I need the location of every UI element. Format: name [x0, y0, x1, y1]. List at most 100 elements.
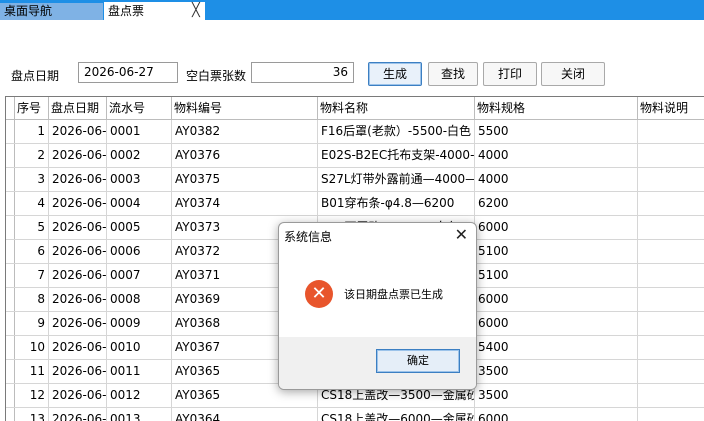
- cell-date[interactable]: 2026-06-2: [49, 168, 107, 191]
- close-icon[interactable]: ╳: [192, 2, 200, 20]
- table-row[interactable]: 42026-06-20004AY0374B01穿布条-φ4.8—62006200: [6, 192, 704, 216]
- cell-serial[interactable]: 0001: [107, 120, 172, 143]
- row-indicator[interactable]: [6, 216, 15, 239]
- cell-material-name[interactable]: F16后罩(老款）-5500-白色: [318, 120, 475, 143]
- cell-material-desc[interactable]: [638, 384, 704, 407]
- cell-material-spec[interactable]: 6200: [475, 192, 638, 215]
- cell-serial[interactable]: 0009: [107, 312, 172, 335]
- cell-material-desc[interactable]: [638, 144, 704, 167]
- cell-seq[interactable]: 5: [15, 216, 49, 239]
- cell-material-desc[interactable]: [638, 336, 704, 359]
- generate-button[interactable]: 生成: [368, 62, 422, 86]
- date-input[interactable]: 2026-06-27: [78, 62, 178, 83]
- cell-serial[interactable]: 0013: [107, 408, 172, 421]
- cell-date[interactable]: 2026-06-2: [49, 144, 107, 167]
- cell-seq[interactable]: 11: [15, 360, 49, 383]
- table-row[interactable]: 32026-06-20003AY0375S27L灯带外露前通—4000—4000: [6, 168, 704, 192]
- cell-material-spec[interactable]: 4000: [475, 168, 638, 191]
- dialog-close-icon[interactable]: ✕: [455, 225, 468, 244]
- cell-date[interactable]: 2026-06-2: [49, 408, 107, 421]
- cell-seq[interactable]: 8: [15, 288, 49, 311]
- cell-material-name[interactable]: E02S-B2EC托布支架-4000-: [318, 144, 475, 167]
- row-indicator[interactable]: [6, 312, 15, 335]
- table-row[interactable]: 22026-06-20002AY0376E02S-B2EC托布支架-4000-4…: [6, 144, 704, 168]
- header-material-name[interactable]: 物料名称: [318, 97, 475, 119]
- cell-material-desc[interactable]: [638, 216, 704, 239]
- table-row[interactable]: 12026-06-20001AY0382F16后罩(老款）-5500-白色550…: [6, 120, 704, 144]
- cell-material-name[interactable]: S27L灯带外露前通—4000—: [318, 168, 475, 191]
- cell-date[interactable]: 2026-06-2: [49, 312, 107, 335]
- cell-serial[interactable]: 0010: [107, 336, 172, 359]
- cell-seq[interactable]: 9: [15, 312, 49, 335]
- cell-date[interactable]: 2026-06-2: [49, 240, 107, 263]
- table-row[interactable]: 132026-06-20013AY0364CS18上盖改—6000—金属砂600…: [6, 408, 704, 421]
- row-indicator[interactable]: [6, 408, 15, 421]
- cell-material-code[interactable]: AY0374: [172, 192, 318, 215]
- cell-seq[interactable]: 13: [15, 408, 49, 421]
- cell-material-code[interactable]: AY0382: [172, 120, 318, 143]
- cell-material-code[interactable]: AY0364: [172, 408, 318, 421]
- cell-date[interactable]: 2026-06-2: [49, 288, 107, 311]
- cell-seq[interactable]: 4: [15, 192, 49, 215]
- cell-material-spec[interactable]: 6000: [475, 312, 638, 335]
- cell-material-spec[interactable]: 6000: [475, 216, 638, 239]
- cell-serial[interactable]: 0011: [107, 360, 172, 383]
- close-button[interactable]: 关闭: [541, 62, 605, 86]
- cell-material-spec[interactable]: 5100: [475, 264, 638, 287]
- cell-material-spec[interactable]: 3500: [475, 384, 638, 407]
- cell-material-name[interactable]: CS18上盖改—6000—金属砂: [318, 408, 475, 421]
- cell-material-desc[interactable]: [638, 312, 704, 335]
- row-indicator[interactable]: [6, 240, 15, 263]
- cell-serial[interactable]: 0008: [107, 288, 172, 311]
- cell-seq[interactable]: 7: [15, 264, 49, 287]
- cell-date[interactable]: 2026-06-2: [49, 336, 107, 359]
- cell-seq[interactable]: 1: [15, 120, 49, 143]
- cell-seq[interactable]: 3: [15, 168, 49, 191]
- cell-material-name[interactable]: B01穿布条-φ4.8—6200: [318, 192, 475, 215]
- cell-material-spec[interactable]: 6000: [475, 288, 638, 311]
- blank-count-input[interactable]: 36: [251, 62, 354, 83]
- row-indicator[interactable]: [6, 144, 15, 167]
- cell-material-desc[interactable]: [638, 120, 704, 143]
- cell-material-desc[interactable]: [638, 168, 704, 191]
- cell-date[interactable]: 2026-06-2: [49, 384, 107, 407]
- cell-date[interactable]: 2026-06-2: [49, 264, 107, 287]
- header-seq[interactable]: 序号: [15, 97, 49, 119]
- cell-material-desc[interactable]: [638, 408, 704, 421]
- cell-material-desc[interactable]: [638, 192, 704, 215]
- cell-material-spec[interactable]: 5100: [475, 240, 638, 263]
- header-date[interactable]: 盘点日期: [49, 97, 107, 119]
- cell-seq[interactable]: 10: [15, 336, 49, 359]
- cell-serial[interactable]: 0005: [107, 216, 172, 239]
- row-indicator[interactable]: [6, 384, 15, 407]
- row-indicator[interactable]: [6, 120, 15, 143]
- cell-material-spec[interactable]: 6000: [475, 408, 638, 421]
- cell-serial[interactable]: 0004: [107, 192, 172, 215]
- cell-material-spec[interactable]: 5400: [475, 336, 638, 359]
- header-serial[interactable]: 流水号: [107, 97, 172, 119]
- header-material-spec[interactable]: 物料规格: [475, 97, 638, 119]
- row-indicator[interactable]: [6, 192, 15, 215]
- cell-seq[interactable]: 12: [15, 384, 49, 407]
- cell-serial[interactable]: 0007: [107, 264, 172, 287]
- cell-serial[interactable]: 0006: [107, 240, 172, 263]
- cell-seq[interactable]: 2: [15, 144, 49, 167]
- cell-date[interactable]: 2026-06-2: [49, 120, 107, 143]
- row-indicator[interactable]: [6, 264, 15, 287]
- cell-material-code[interactable]: AY0376: [172, 144, 318, 167]
- cell-serial[interactable]: 0012: [107, 384, 172, 407]
- header-material-code[interactable]: 物料编号: [172, 97, 318, 119]
- cell-material-desc[interactable]: [638, 240, 704, 263]
- cell-date[interactable]: 2026-06-2: [49, 192, 107, 215]
- cell-material-code[interactable]: AY0375: [172, 168, 318, 191]
- cell-material-spec[interactable]: 5500: [475, 120, 638, 143]
- cell-material-desc[interactable]: [638, 288, 704, 311]
- cell-material-spec[interactable]: 4000: [475, 144, 638, 167]
- cell-material-desc[interactable]: [638, 264, 704, 287]
- cell-material-desc[interactable]: [638, 360, 704, 383]
- cell-date[interactable]: 2026-06-2: [49, 216, 107, 239]
- row-indicator[interactable]: [6, 168, 15, 191]
- row-indicator[interactable]: [6, 336, 15, 359]
- tab-inventory-ticket[interactable]: 盘点票 ╳: [104, 2, 205, 20]
- cell-serial[interactable]: 0003: [107, 168, 172, 191]
